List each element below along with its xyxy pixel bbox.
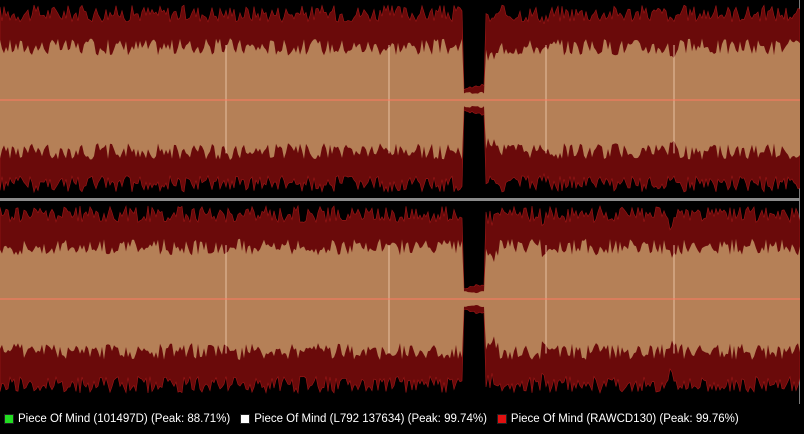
waveform-display[interactable] bbox=[0, 0, 800, 404]
rms-envelope bbox=[0, 38, 800, 161]
channel-left-waveform[interactable] bbox=[0, 0, 800, 197]
legend-swatch-green-icon bbox=[4, 414, 14, 424]
right-channel-waveform-svg bbox=[0, 204, 800, 395]
waveform-comparison-window: Piece Of Mind (101497D) (Peak: 88.71%) P… bbox=[0, 0, 804, 434]
legend-item-2: Piece Of Mind (L792 137634) (Peak: 99.74… bbox=[240, 413, 487, 425]
legend-swatch-red-icon bbox=[496, 414, 507, 424]
legend-swatch-white-icon bbox=[240, 414, 251, 424]
legend-label: Piece Of Mind (101497D) (Peak: 88.71%) bbox=[18, 413, 231, 425]
legend-item-1: Piece Of Mind (101497D) (Peak: 88.71%) bbox=[4, 413, 230, 425]
legend-item-3: Piece Of Mind (RAWCD130) (Peak: 99.76%) bbox=[496, 413, 739, 425]
left-channel-waveform-svg bbox=[0, 4, 800, 194]
channel-right-waveform[interactable] bbox=[0, 201, 800, 398]
legend-label: Piece Of Mind (RAWCD130) (Peak: 99.76%) bbox=[510, 413, 739, 425]
legend-label: Piece Of Mind (L792 137634) (Peak: 99.74… bbox=[254, 413, 487, 425]
legend: Piece Of Mind (101497D) (Peak: 88.71%) P… bbox=[0, 404, 804, 434]
